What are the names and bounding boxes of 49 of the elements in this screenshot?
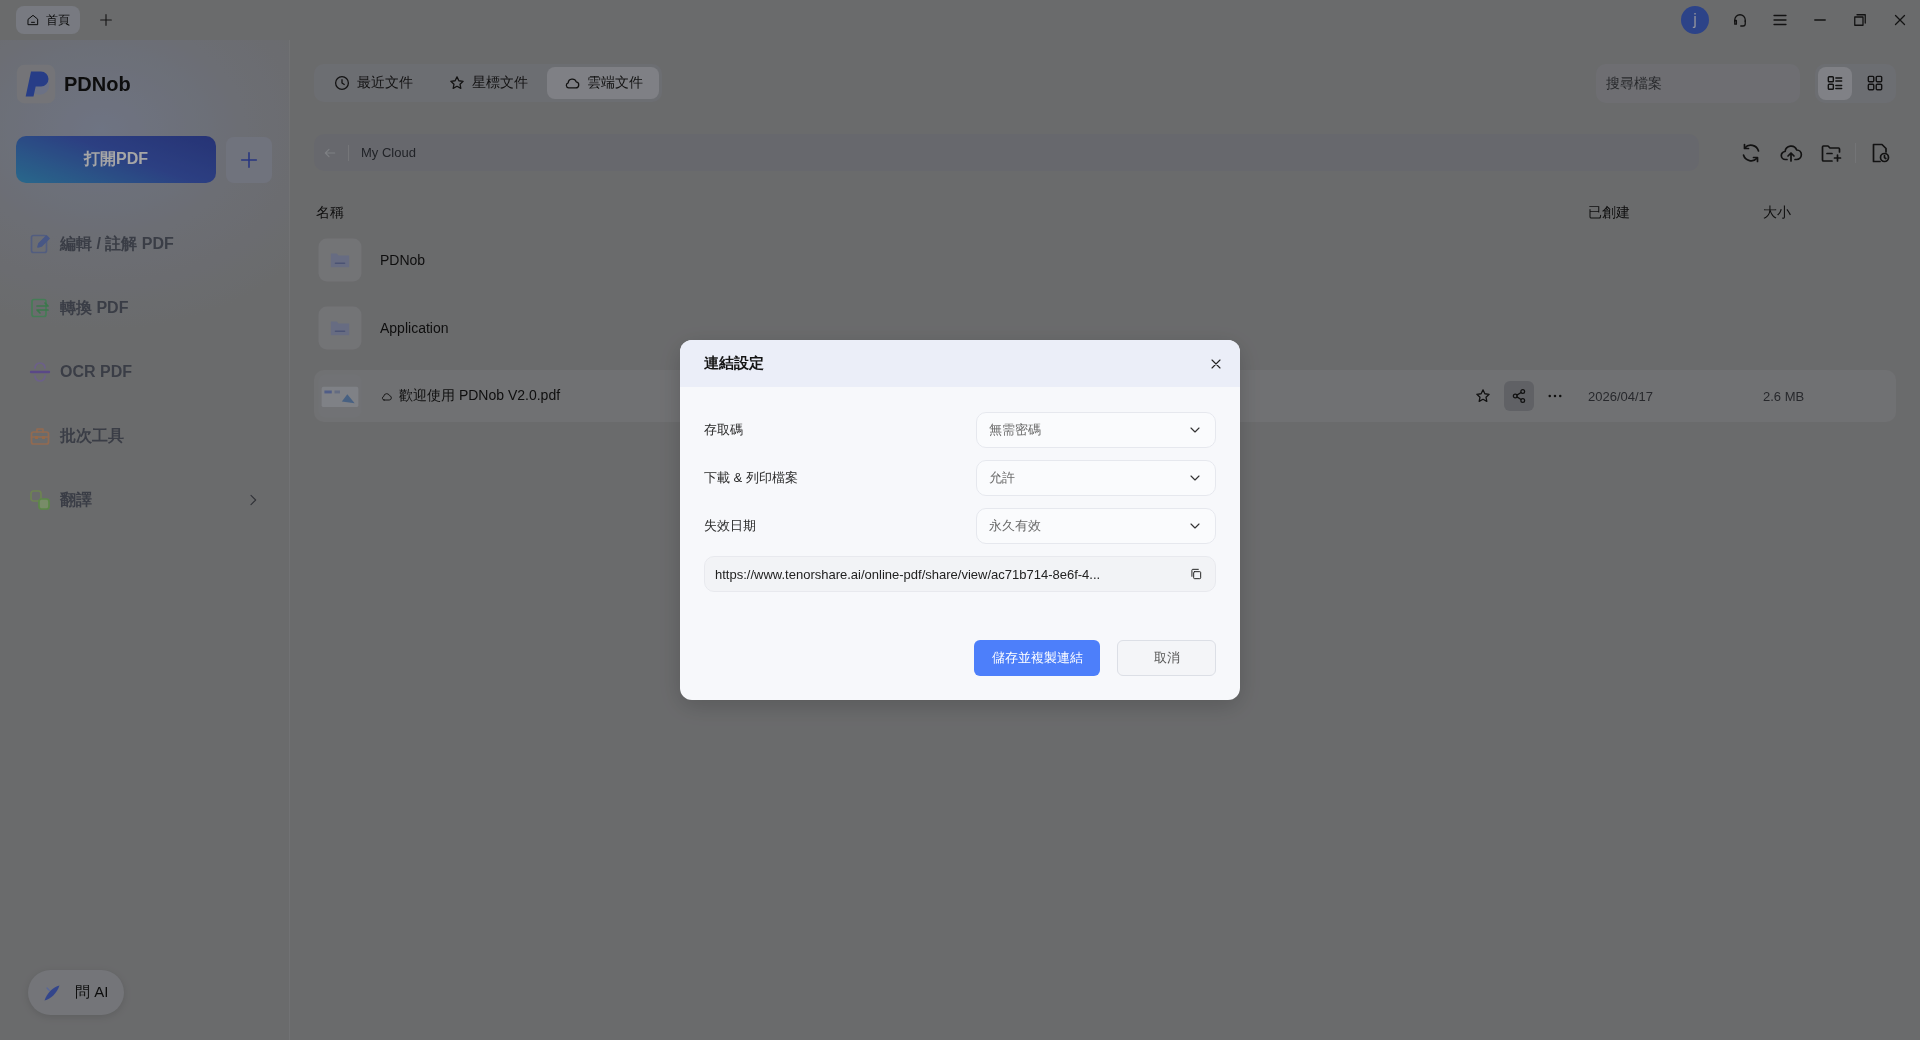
breadcrumb-item: My Cloud [361, 145, 416, 160]
column-header: 名稱 [315, 204, 345, 222]
copy-icon[interactable] [1189, 567, 1203, 581]
setting-label: 失效日期 [704, 517, 756, 535]
dropdown[interactable]: 永久有效 [976, 508, 1216, 544]
app-name: PDNob [64, 72, 131, 96]
dropdown[interactable]: 允許 [976, 460, 1216, 496]
link-field[interactable]: https://www.tenorshare.ai/online-pdf/share/view/ac71b714-8e6f-4... [704, 556, 1216, 592]
share-button[interactable] [1504, 381, 1534, 411]
restore-icon[interactable] [1851, 11, 1869, 29]
dropdown[interactable]: 無需密碼 [976, 412, 1216, 448]
scan-icon [28, 360, 52, 384]
save-copy-link-button[interactable]: 儲存並複製連結 [974, 640, 1100, 676]
user-avatar[interactable]: j [1681, 6, 1709, 34]
folder-icon [318, 238, 362, 282]
setting-label: 存取碼 [704, 421, 743, 439]
column-header: 已創建 [1588, 204, 1631, 222]
home-tab[interactable]: 首頁 [16, 6, 80, 34]
tab[interactable]: 星標文件 [432, 67, 544, 99]
document-pencil-icon [28, 232, 52, 256]
search-field[interactable]: 搜尋檔案 [1596, 63, 1800, 103]
file-name: PDNob [380, 252, 426, 268]
file-size: 2.6 MB [1763, 389, 1805, 404]
share-icon [1510, 387, 1528, 405]
document-arrows-icon [28, 296, 52, 320]
setting-label: 下載 & 列印檔案 [704, 469, 798, 487]
list-icon [1825, 73, 1845, 93]
column-header: 大小 [1763, 204, 1792, 222]
overlapping-squares-icon [28, 488, 52, 512]
headset-icon[interactable] [1731, 11, 1749, 29]
grid-icon [1865, 73, 1885, 93]
logo-icon [16, 64, 56, 104]
ask-ai-button[interactable]: 問 AI [28, 970, 125, 1015]
open-pdf-button[interactable]: 打開PDF [16, 136, 216, 183]
dialog-title: 連結設定 [704, 354, 764, 373]
add-button[interactable] [226, 136, 272, 183]
clock-icon [333, 74, 351, 92]
created-date: 2026/04/17 [1588, 389, 1654, 404]
list-view-button[interactable] [1818, 66, 1852, 100]
cancel-button[interactable]: 取消 [1117, 640, 1216, 676]
folder-icon [318, 306, 362, 350]
new-tab-icon[interactable] [98, 12, 114, 28]
file-name: Application [380, 320, 449, 336]
tab[interactable]: 雲端文件 [547, 67, 659, 99]
home-icon [26, 13, 40, 27]
tab[interactable]: 最近文件 [317, 67, 429, 99]
file-name: 歡迎使用 PDNob V2.0.pdf [399, 387, 561, 405]
star-icon [448, 74, 466, 92]
star-icon[interactable] [1474, 387, 1492, 405]
